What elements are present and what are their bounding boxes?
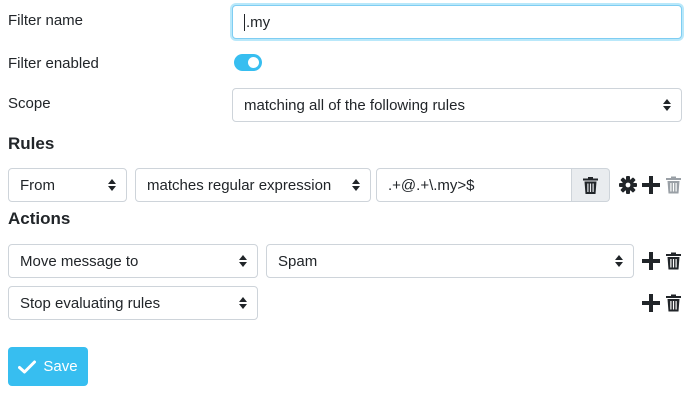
action-target-select[interactable]: Spam <box>266 244 634 278</box>
action-type-select[interactable]: Move message to <box>8 244 258 278</box>
rule-value-delete-button[interactable] <box>572 168 610 202</box>
trash-icon <box>665 252 681 270</box>
gear-icon <box>619 176 637 194</box>
text-cursor <box>244 13 245 31</box>
filter-name-value: .my <box>246 13 271 31</box>
select-caret-icon <box>238 297 247 309</box>
rule-value-text: .+@.+\.my>$ <box>388 176 475 194</box>
rule-operator-select[interactable]: matches regular expression <box>135 168 371 202</box>
rule-header-value: From <box>20 176 55 194</box>
filter-enabled-toggle[interactable] <box>234 54 262 71</box>
action-target-value: Spam <box>278 252 318 270</box>
select-caret-icon <box>351 179 360 191</box>
toggle-knob <box>248 57 259 68</box>
action-delete-button[interactable] <box>664 251 682 271</box>
rule-value-input[interactable]: .+@.+\.my>$ <box>376 168 572 202</box>
scope-select[interactable]: matching all of the following rules <box>232 88 682 122</box>
select-caret-icon <box>238 255 247 267</box>
save-button-label: Save <box>43 358 78 375</box>
action-delete-button-2[interactable] <box>664 293 682 313</box>
actions-heading: Actions <box>8 209 71 228</box>
plus-icon <box>642 176 660 194</box>
trash-icon <box>665 294 681 312</box>
action-add-button-2[interactable] <box>641 293 661 313</box>
trash-icon <box>665 176 681 194</box>
rule-settings-button[interactable] <box>618 175 638 195</box>
check-icon <box>18 360 37 373</box>
filter-name-label: Filter name <box>8 12 84 29</box>
plus-icon <box>642 294 660 312</box>
filter-enabled-label: Filter enabled <box>8 55 99 72</box>
rule-add-button[interactable] <box>641 175 661 195</box>
action-type-value: Move message to <box>20 252 139 270</box>
scope-select-value: matching all of the following rules <box>244 96 465 114</box>
rules-heading: Rules <box>8 134 55 153</box>
action-type-select-2[interactable]: Stop evaluating rules <box>8 286 258 320</box>
action-type-value-2: Stop evaluating rules <box>20 294 161 312</box>
filter-name-input[interactable]: .my <box>232 5 682 39</box>
rule-delete-button[interactable] <box>664 175 682 195</box>
trash-icon <box>583 176 598 194</box>
plus-icon <box>642 252 660 270</box>
save-button[interactable]: Save <box>8 347 88 386</box>
rule-operator-value: matches regular expression <box>147 176 332 194</box>
action-add-button[interactable] <box>641 251 661 271</box>
select-caret-icon <box>662 99 671 111</box>
select-caret-icon <box>107 179 116 191</box>
select-caret-icon <box>614 255 623 267</box>
scope-label: Scope <box>8 95 51 112</box>
rule-header-select[interactable]: From <box>8 168 127 202</box>
